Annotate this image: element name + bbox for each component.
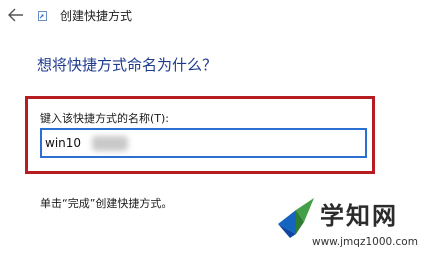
create-shortcut-dialog: 创建快捷方式 想将快捷方式命名为什么？ 键入该快捷方式的名称(T): 单击“完成… <box>0 0 426 259</box>
watermark-name: 学知网 <box>320 202 398 230</box>
shortcut-name-input[interactable] <box>42 130 365 156</box>
back-button[interactable] <box>6 5 26 25</box>
title-bar: 创建快捷方式 <box>0 0 426 34</box>
page-title: 想将快捷方式命名为什么？ <box>37 56 218 74</box>
shortcut-file-icon <box>38 11 47 21</box>
name-input-container <box>40 128 367 158</box>
finish-hint: 单击“完成”创建快捷方式。 <box>40 197 173 210</box>
watermark-url: www.jmqz1000.com <box>312 236 418 248</box>
site-watermark: 学知网 www.jmqz1000.com <box>272 188 426 259</box>
arrow-left-icon <box>8 8 23 22</box>
xuezhi-logo-icon <box>278 198 314 238</box>
window-title: 创建快捷方式 <box>60 9 133 23</box>
redaction-blur <box>92 136 128 151</box>
name-field-label: 键入该快捷方式的名称(T): <box>40 112 170 125</box>
